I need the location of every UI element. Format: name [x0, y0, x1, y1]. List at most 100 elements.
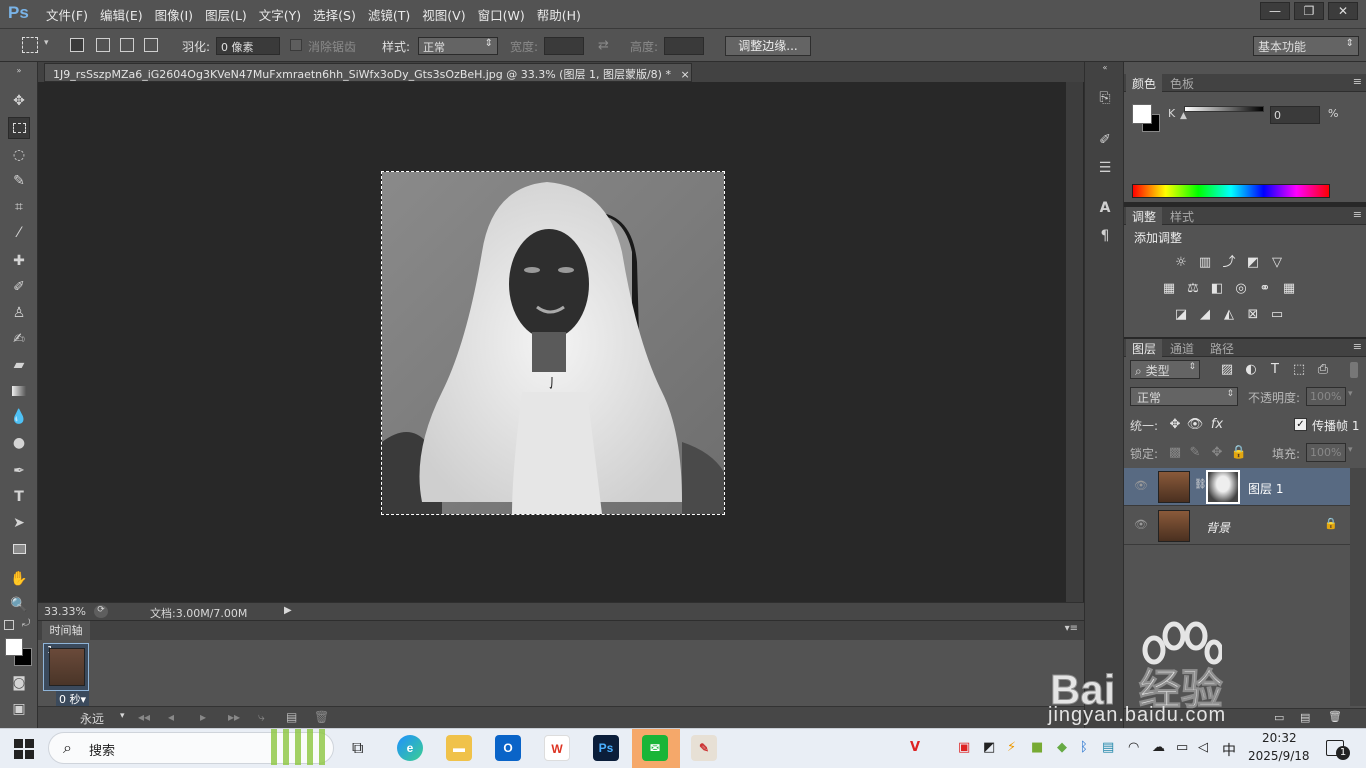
lasso-tool-icon[interactable]: ◌ [8, 144, 30, 166]
chevron-down-icon[interactable]: ▾ [1348, 445, 1353, 455]
wps-tray-icon[interactable]: V [910, 740, 920, 755]
k-value-input[interactable]: 0 [1270, 106, 1320, 124]
intersect-selection-icon[interactable] [144, 38, 158, 52]
healing-brush-tool-icon[interactable]: ✚ [8, 250, 30, 272]
width-input[interactable] [544, 37, 584, 55]
taskbar-search[interactable]: ⌕ 搜索 [48, 729, 334, 765]
propagate-frame-checkbox[interactable]: ✓ [1294, 418, 1307, 431]
menu-layer[interactable]: 图层(L) [199, 5, 253, 24]
clock-time[interactable]: 20:32 [1262, 731, 1297, 745]
move-tool-icon[interactable]: ✥ [8, 90, 30, 112]
brush-tool-icon[interactable]: ✐ [8, 276, 30, 298]
tray-icon-7[interactable]: ▤ [1102, 740, 1114, 755]
menu-view[interactable]: 视图(V) [416, 5, 471, 24]
screen-mode-icon[interactable]: ▣ [8, 698, 30, 720]
brush-panel-icon[interactable]: ✐ [1095, 130, 1115, 150]
refine-edge-button[interactable]: 调整边缘... [725, 36, 811, 56]
menu-file[interactable]: 文件(F) [40, 5, 94, 24]
type-tool-icon[interactable]: T [8, 486, 30, 508]
layer-row-background[interactable]: 👁 背景 🔒 [1124, 507, 1350, 545]
fill-input[interactable]: 100% [1306, 443, 1346, 462]
status-menu-arrow-icon[interactable]: ▶ [284, 605, 292, 616]
posterize-icon[interactable]: ◢ [1196, 307, 1214, 323]
marquee-tool-preset-icon[interactable] [22, 37, 38, 53]
character-panel-icon[interactable]: A [1095, 198, 1115, 218]
filter-pixel-icon[interactable]: ▨ [1218, 362, 1236, 378]
workspace-select[interactable]: 基本功能 ⇕ [1253, 36, 1359, 56]
history-brush-tool-icon[interactable]: ✍ [8, 328, 30, 350]
visibility-eye-icon[interactable]: 👁 [1134, 479, 1148, 492]
tab-adjustments[interactable]: 调整 [1126, 207, 1163, 225]
filter-smart-object-icon[interactable]: ⎙ [1314, 362, 1332, 378]
eraser-tool-icon[interactable]: ▰ [8, 354, 30, 376]
windows-start-icon[interactable] [14, 739, 34, 759]
restore-button[interactable]: ❐ [1294, 2, 1324, 20]
menu-image[interactable]: 图像(I) [149, 5, 199, 24]
nvidia-tray-icon[interactable]: ■ [1031, 740, 1043, 755]
exposure-icon[interactable]: ◩ [1244, 255, 1262, 271]
play-icon[interactable]: ▸ [200, 710, 206, 724]
panel-menu-icon[interactable]: ≡ [1353, 208, 1362, 221]
layer-row-layer1[interactable]: 👁 ⛓ 图层 1 [1124, 468, 1350, 506]
timeline-tab[interactable]: 时间轴 [42, 621, 90, 640]
visibility-eye-icon[interactable]: 👁 [1134, 518, 1148, 531]
lock-image-icon[interactable]: ✎ [1186, 445, 1204, 461]
delete-frame-icon[interactable]: 🗑 [314, 710, 329, 724]
style-select[interactable]: 正常 ⇕ [418, 37, 498, 55]
dodge-tool-icon[interactable]: ● [8, 432, 30, 454]
bluetooth-icon[interactable]: ᛒ [1080, 740, 1088, 755]
quick-mask-icon[interactable]: ◙ [8, 672, 30, 694]
menu-window[interactable]: 窗口(W) [472, 5, 531, 24]
status-refresh-icon[interactable]: ⟳ [94, 605, 108, 618]
curves-icon[interactable]: ⤴ [1220, 255, 1238, 271]
gradient-map-icon[interactable]: ▭ [1268, 307, 1286, 323]
paragraph-panel-icon[interactable]: ¶ [1095, 226, 1115, 246]
network-icon[interactable]: ☁ [1152, 740, 1165, 755]
opacity-input[interactable]: 100% [1306, 387, 1346, 406]
document-image[interactable] [381, 171, 725, 515]
wifi-icon[interactable]: ◠ [1128, 740, 1139, 755]
levels-icon[interactable]: ▥ [1196, 255, 1214, 271]
animation-frame[interactable]: 1 [43, 643, 89, 691]
paint-icon[interactable]: ✎ [691, 735, 717, 761]
first-frame-icon[interactable]: ◂◂ [138, 710, 150, 724]
color-spectrum-bar[interactable] [1132, 184, 1330, 198]
wps-icon[interactable]: W [544, 735, 570, 761]
menu-select[interactable]: 选择(S) [307, 5, 362, 24]
channel-mixer-icon[interactable]: ⚭ [1256, 281, 1274, 297]
menu-filter[interactable]: 滤镜(T) [362, 5, 416, 24]
zoom-tool-icon[interactable]: 🔍 [8, 594, 30, 616]
k-slider[interactable] [1184, 106, 1264, 112]
panel-menu-icon[interactable]: ≡ [1353, 75, 1362, 88]
photo-filter-icon[interactable]: ◎ [1232, 281, 1250, 297]
wechat-icon[interactable]: ✉ [642, 735, 668, 761]
delete-layer-icon[interactable]: 🗑 [1328, 710, 1342, 723]
tray-icon-3[interactable]: ⚡ [1007, 740, 1016, 755]
tween-icon[interactable]: ⤷ [258, 710, 265, 725]
menu-type[interactable]: 文字(Y) [253, 5, 307, 24]
filter-toggle-icon[interactable] [1350, 362, 1358, 378]
history-panel-icon[interactable]: ⎘ [1095, 88, 1115, 108]
lock-transparent-icon[interactable]: ▩ [1166, 445, 1184, 461]
collapse-icon[interactable]: « [1095, 62, 1115, 74]
subtract-from-selection-icon[interactable] [120, 38, 134, 52]
zoom-level[interactable]: 33.33% [44, 605, 86, 618]
loop-select[interactable]: 永远 [80, 710, 104, 727]
foreground-color-swatch[interactable] [1132, 104, 1152, 124]
battery-icon[interactable]: ▭ [1176, 740, 1188, 755]
tab-channels[interactable]: 通道 [1164, 339, 1200, 357]
layers-scrollbar[interactable] [1350, 468, 1366, 706]
brightness-contrast-icon[interactable]: ☼ [1172, 255, 1190, 271]
link-icon[interactable]: ⛓ [1194, 479, 1207, 490]
clone-stamp-tool-icon[interactable]: ♙ [8, 302, 30, 324]
previous-frame-icon[interactable]: ◂ [168, 710, 174, 724]
hue-saturation-icon[interactable]: ▦ [1160, 281, 1178, 297]
foreground-color-swatch[interactable] [5, 638, 23, 656]
hand-tool-icon[interactable]: ✋ [8, 568, 30, 590]
blur-tool-icon[interactable]: 💧 [8, 406, 30, 428]
menu-edit[interactable]: 编辑(E) [94, 5, 149, 24]
lock-all-icon[interactable]: 🔒 [1230, 445, 1248, 461]
filter-type-icon[interactable]: T [1266, 362, 1284, 378]
filter-shape-icon[interactable]: ⬚ [1290, 362, 1308, 378]
unify-style-icon[interactable]: fx [1208, 417, 1226, 433]
